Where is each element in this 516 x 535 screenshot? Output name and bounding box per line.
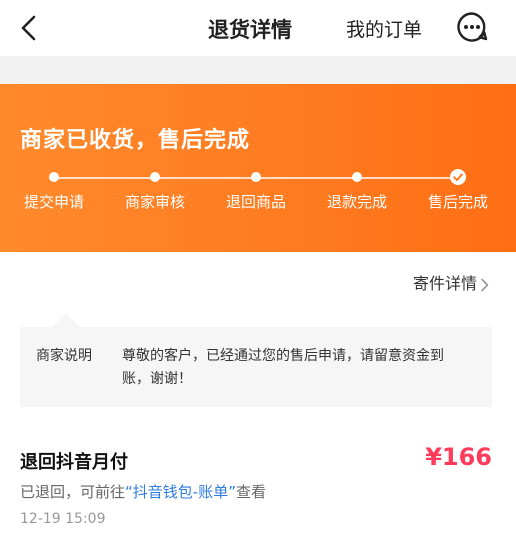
step-label: 提交申请 bbox=[23, 193, 84, 211]
refund-timestamp: 12-19 15:09 bbox=[20, 511, 106, 527]
chevron-left-icon bbox=[21, 15, 36, 41]
more-bubble-icon bbox=[457, 12, 488, 42]
refund-desc-suffix: 查看 bbox=[235, 483, 266, 501]
step-dot bbox=[251, 172, 261, 182]
more-button[interactable] bbox=[455, 10, 489, 44]
step-dot bbox=[352, 172, 362, 182]
shipping-details-label: 寄件详情 bbox=[412, 274, 477, 293]
step-label: 退回商品 bbox=[225, 193, 286, 211]
back-button[interactable] bbox=[14, 12, 46, 44]
merchant-note-text: 尊敬的客户，已经通过您的售后申请，请留意资金到账，谢谢！ bbox=[122, 348, 444, 387]
refund-method-title: 退回抖音月付 bbox=[20, 452, 128, 473]
step-complete-marker bbox=[450, 169, 466, 185]
step-label: 商家审核 bbox=[124, 193, 185, 211]
shipping-details-link[interactable]: 寄件详情 bbox=[413, 270, 490, 294]
wallet-bill-link[interactable]: “抖音钱包-账单” bbox=[125, 483, 236, 501]
section-divider bbox=[0, 56, 516, 84]
step-dot bbox=[49, 172, 59, 182]
step-label: 售后完成 bbox=[427, 193, 488, 211]
refund-description: 已退回，可前往“抖音钱包-账单”查看 bbox=[20, 481, 266, 502]
status-title: 商家已收货，售后完成 bbox=[20, 128, 251, 153]
status-banner: 商家已收货，售后完成 提交申请 商家审核 退回商品 退款完成 售后完成 bbox=[0, 84, 516, 252]
notice-pointer bbox=[52, 313, 80, 327]
step-label: 退款完成 bbox=[326, 193, 387, 211]
chevron-right-icon bbox=[481, 278, 489, 291]
my-orders-link[interactable]: 我的订单 bbox=[346, 15, 422, 42]
check-icon bbox=[453, 173, 463, 181]
top-nav-bar: 退货详情 我的订单 bbox=[0, 0, 516, 56]
refund-amount: ¥166 bbox=[425, 443, 492, 471]
refund-desc-prefix: 已退回，可前往 bbox=[20, 483, 126, 501]
merchant-note-box: 商家说明 尊敬的客户，已经通过您的售后申请，请留意资金到账，谢谢！ bbox=[20, 327, 492, 407]
merchant-note-label: 商家说明 bbox=[36, 348, 92, 364]
step-dot bbox=[150, 172, 160, 182]
page-title: 退货详情 bbox=[208, 18, 292, 42]
